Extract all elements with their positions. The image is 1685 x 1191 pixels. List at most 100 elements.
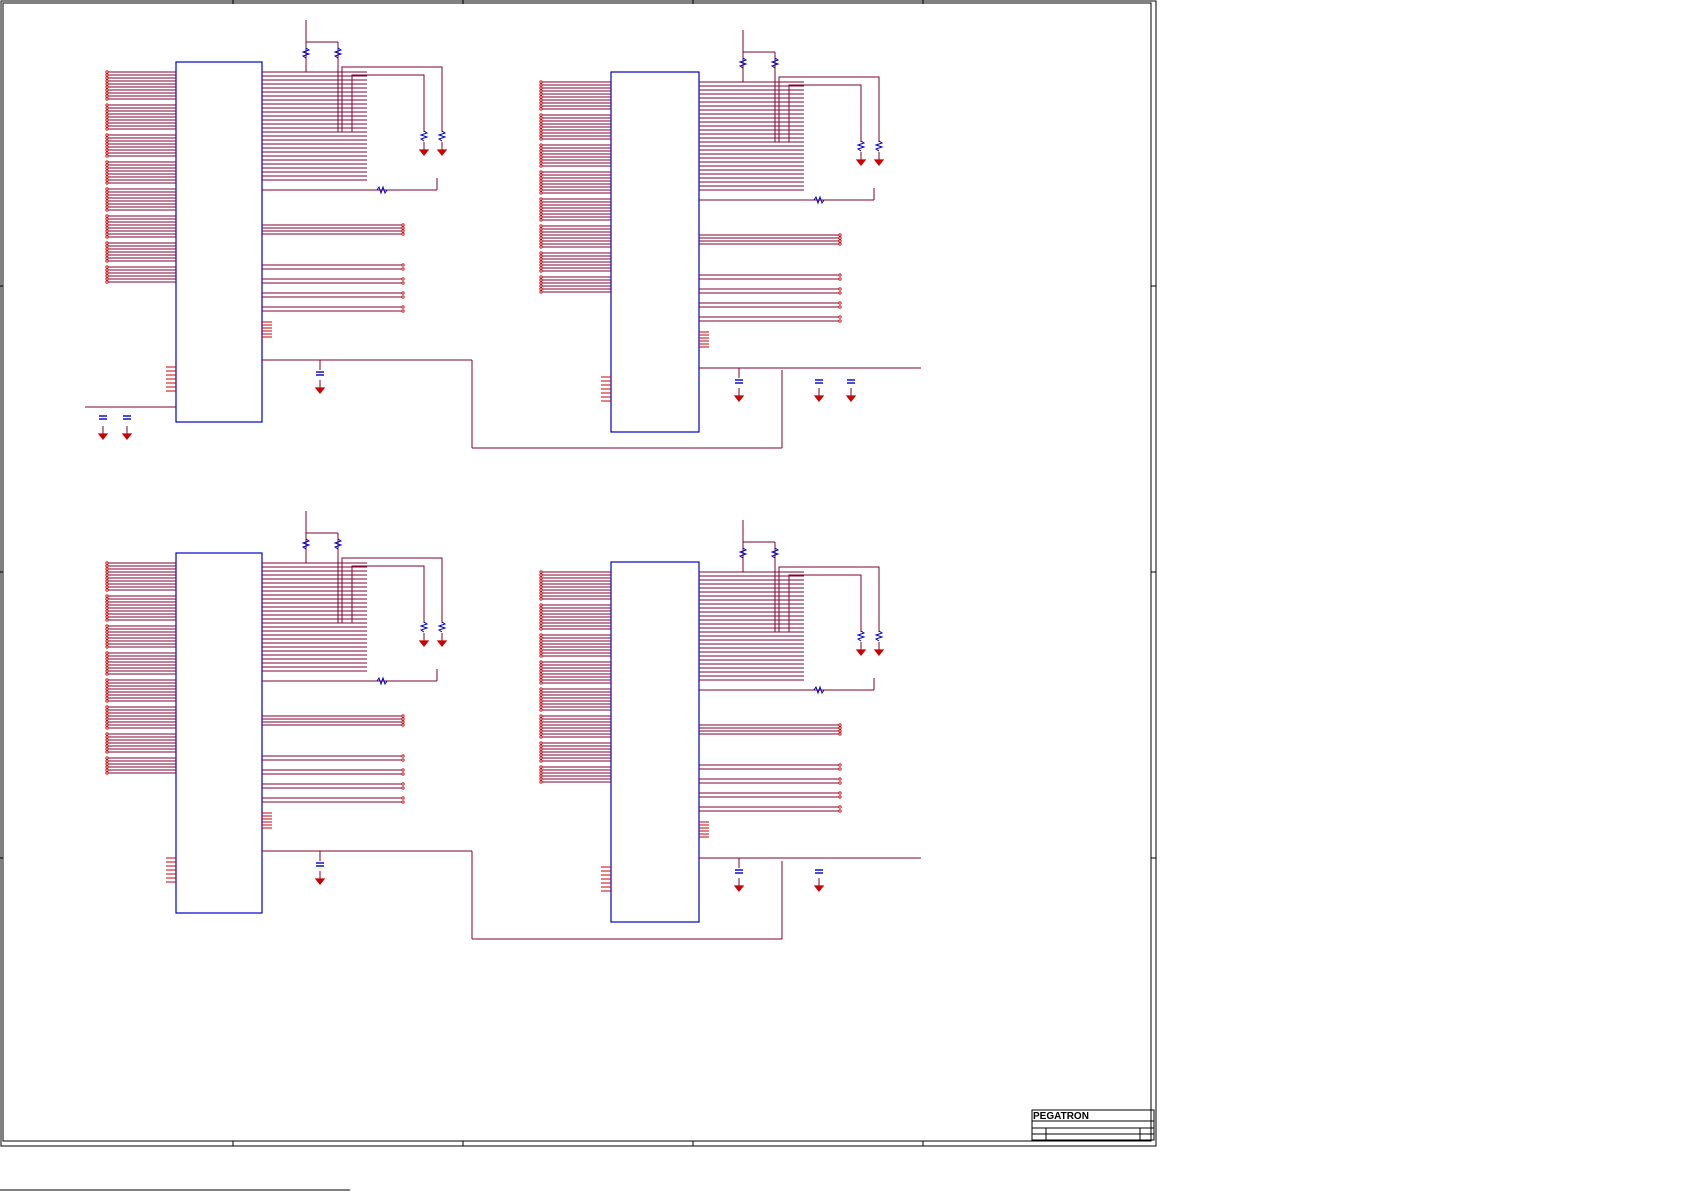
- net-port: [539, 597, 543, 601]
- net-port: [105, 696, 109, 700]
- net-port: [539, 669, 543, 673]
- net-port: [539, 179, 543, 183]
- net-port: [539, 92, 543, 96]
- net-port: [105, 82, 109, 86]
- net-port: [539, 155, 543, 159]
- net-port: [539, 197, 543, 201]
- net-port: [539, 254, 543, 258]
- net-port: [539, 633, 543, 637]
- net-port: [105, 693, 109, 697]
- net-port: [105, 145, 109, 149]
- net-port: [105, 672, 109, 676]
- net-port: [105, 70, 109, 74]
- net-port: [539, 690, 543, 694]
- resistor-icon: [856, 630, 866, 642]
- net-port: [539, 579, 543, 583]
- net-port: [539, 771, 543, 775]
- net-port: [539, 654, 543, 658]
- net-port: [539, 146, 543, 150]
- net-port: [838, 767, 842, 771]
- net-port: [838, 301, 842, 305]
- net-port: [539, 149, 543, 153]
- net-port: [401, 277, 405, 281]
- net-port: [539, 642, 543, 646]
- net-port: [539, 284, 543, 288]
- net-port: [105, 121, 109, 125]
- net-port: [105, 277, 109, 281]
- net-port: [539, 570, 543, 574]
- net-port: [105, 274, 109, 278]
- outer-frame: [0, 0, 1157, 1147]
- net-port: [539, 588, 543, 592]
- net-port: [105, 678, 109, 682]
- net-port: [105, 570, 109, 574]
- net-port: [539, 266, 543, 270]
- net-port: [539, 606, 543, 610]
- net-port: [539, 164, 543, 168]
- net-port: [105, 738, 109, 742]
- net-port: [539, 239, 543, 243]
- net-port: [539, 741, 543, 745]
- net-port: [105, 214, 109, 218]
- net-port: [539, 209, 543, 213]
- net-port: [539, 191, 543, 195]
- net-port: [539, 774, 543, 778]
- net-port: [401, 782, 405, 786]
- net-port: [838, 763, 842, 767]
- net-port: [105, 94, 109, 98]
- net-port: [105, 768, 109, 772]
- resistor-icon: [437, 130, 447, 142]
- net-port: [105, 160, 109, 164]
- net-port: [105, 247, 109, 251]
- net-port: [539, 645, 543, 649]
- net-port: [105, 615, 109, 619]
- net-port: [539, 720, 543, 724]
- net-port: [838, 781, 842, 785]
- net-port: [105, 268, 109, 272]
- net-port: [401, 267, 405, 271]
- net-port: [401, 800, 405, 804]
- net-port: [105, 708, 109, 712]
- net-port: [105, 609, 109, 613]
- net-port: [105, 750, 109, 754]
- net-port: [105, 127, 109, 131]
- ground-icon: [813, 395, 825, 402]
- net-port: [838, 277, 842, 281]
- net-port: [539, 726, 543, 730]
- net-port: [539, 573, 543, 577]
- resistor-icon: [437, 621, 447, 633]
- net-port: [105, 612, 109, 616]
- net-port: [539, 185, 543, 189]
- net-port: [539, 624, 543, 628]
- net-port: [401, 714, 405, 718]
- net-port: [401, 226, 405, 230]
- net-port: [105, 88, 109, 92]
- net-port: [539, 699, 543, 703]
- net-port: [401, 717, 405, 721]
- net-port: [105, 166, 109, 170]
- net-port: [105, 190, 109, 194]
- net-port: [105, 217, 109, 221]
- net-port: [539, 735, 543, 739]
- net-port: [105, 705, 109, 709]
- net-port: [105, 112, 109, 116]
- net-port: [539, 627, 543, 631]
- net-port: [539, 582, 543, 586]
- ground-icon: [97, 433, 109, 440]
- net-port: [539, 693, 543, 697]
- net-port: [105, 220, 109, 224]
- net-port: [539, 158, 543, 162]
- net-port: [539, 275, 543, 279]
- ground-icon: [873, 159, 885, 166]
- net-port: [105, 256, 109, 260]
- net-port: [539, 107, 543, 111]
- net-port: [539, 269, 543, 273]
- net-port: [838, 805, 842, 809]
- net-port: [539, 618, 543, 622]
- net-port: [105, 178, 109, 182]
- net-port: [539, 594, 543, 598]
- net-port: [539, 173, 543, 177]
- net-port: [838, 777, 842, 781]
- net-port: [105, 172, 109, 176]
- net-port: [105, 732, 109, 736]
